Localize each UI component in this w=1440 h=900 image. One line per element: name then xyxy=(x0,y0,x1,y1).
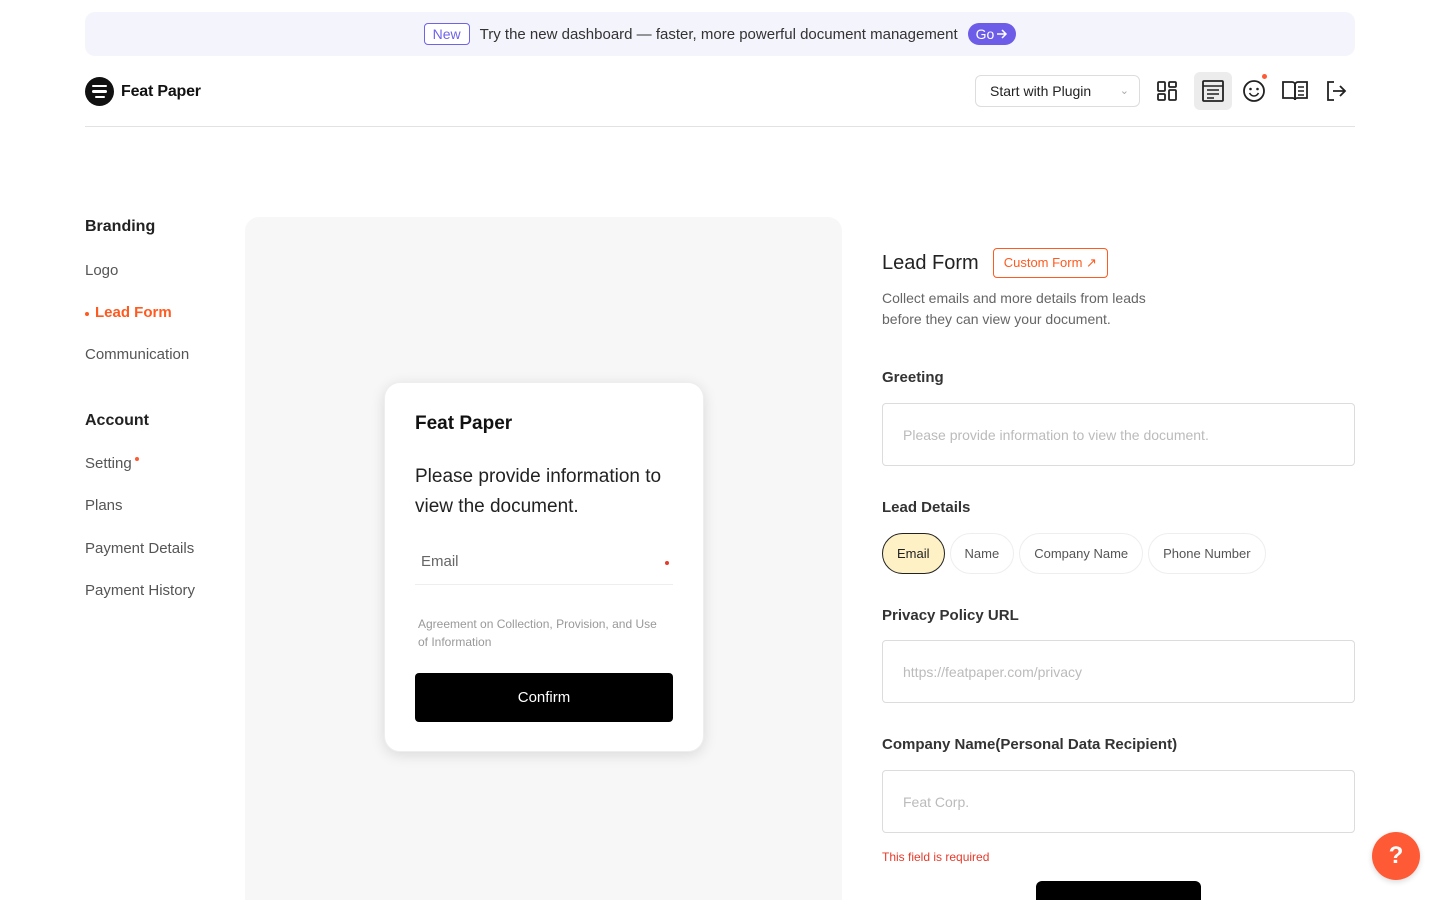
plugin-select[interactable]: Start with Plugin ⌄ xyxy=(975,75,1140,107)
brand-logo[interactable]: Feat Paper xyxy=(85,77,201,106)
preview-message: Please provide information to view the d… xyxy=(415,466,662,517)
lead-form-preview: Feat Paper Please provide information to… xyxy=(245,217,842,900)
sidebar-item-logo[interactable]: Logo xyxy=(85,262,235,282)
preview-agreement[interactable]: Agreement on Collection, Provision, and … xyxy=(418,615,658,651)
page-title: Lead Form xyxy=(882,251,979,274)
sidebar-section-account: Account xyxy=(85,412,149,429)
save-button[interactable] xyxy=(1036,881,1201,900)
custom-form-button[interactable]: Custom Form ↗ xyxy=(992,248,1108,278)
announcement-banner: New Try the new dashboard — faster, more… xyxy=(85,12,1355,56)
brand-name: Feat Paper xyxy=(121,82,201,100)
form-description: Collect emails and more details from lea… xyxy=(882,290,1146,327)
chevron-down-icon: ⌄ xyxy=(1119,85,1129,97)
smiley-icon[interactable] xyxy=(1235,72,1273,110)
grid-icon[interactable] xyxy=(1148,72,1186,110)
chip-phone-number[interactable]: Phone Number xyxy=(1148,533,1266,574)
chip-company-name[interactable]: Company Name xyxy=(1019,533,1144,574)
help-button[interactable]: ? xyxy=(1372,832,1420,880)
arrow-right-icon xyxy=(997,29,1008,39)
preview-email-placeholder: Email xyxy=(421,553,459,570)
lead-form-settings: Lead Form Custom Form ↗ Collect emails a… xyxy=(882,248,1355,900)
greeting-input[interactable]: Please provide information to view the d… xyxy=(882,403,1355,466)
company-name-input[interactable]: Feat Corp. xyxy=(882,770,1355,833)
preview-confirm-button[interactable]: Confirm xyxy=(415,673,673,722)
sidebar-item-payment-history[interactable]: Payment History xyxy=(85,582,235,602)
settings-sidebar: Branding Logo Lead Form Communication Ac… xyxy=(85,218,235,602)
notification-dot xyxy=(134,457,139,461)
logout-icon[interactable] xyxy=(1317,72,1355,110)
preview-brand: Feat Paper xyxy=(415,413,513,434)
chip-email[interactable]: Email xyxy=(882,533,945,574)
greeting-placeholder: Please provide information to view the d… xyxy=(903,426,1209,443)
lead-details-label: Lead Details xyxy=(882,499,971,516)
plugin-select-label: Start with Plugin xyxy=(990,83,1092,99)
error-message: This field is required xyxy=(882,850,990,864)
lead-details-chips: Email Name Company Name Phone Number xyxy=(882,533,1266,574)
privacy-policy-label: Privacy Policy URL xyxy=(882,607,1019,624)
logo-mark-icon xyxy=(85,77,114,106)
greeting-label: Greeting xyxy=(882,369,944,386)
sidebar-item-setting-label: Setting xyxy=(85,455,132,472)
book-icon[interactable] xyxy=(1276,72,1314,110)
sidebar-item-payment-details[interactable]: Payment Details xyxy=(85,540,235,560)
sidebar-item-plans[interactable]: Plans xyxy=(85,497,235,517)
banner-text: Try the new dashboard — faster, more pow… xyxy=(479,25,958,43)
notification-dot xyxy=(1262,74,1267,79)
go-button[interactable]: Go xyxy=(967,23,1017,45)
privacy-policy-placeholder: https://featpaper.com/privacy xyxy=(903,663,1082,680)
go-label: Go xyxy=(975,26,995,42)
sidebar-item-communication[interactable]: Communication xyxy=(85,346,235,366)
preview-card: Feat Paper Please provide information to… xyxy=(384,382,704,752)
preview-email-field[interactable]: Email xyxy=(415,545,673,585)
new-badge: New xyxy=(423,23,470,45)
sidebar-item-setting[interactable]: Setting xyxy=(85,455,235,475)
sidebar-section-branding: Branding xyxy=(85,218,156,235)
chip-name[interactable]: Name xyxy=(949,533,1015,574)
top-header: Feat Paper Start with Plugin ⌄ xyxy=(85,72,1355,127)
company-name-label: Company Name(Personal Data Recipient) xyxy=(882,736,1178,753)
company-name-placeholder: Feat Corp. xyxy=(903,793,970,810)
privacy-policy-input[interactable]: https://featpaper.com/privacy xyxy=(882,640,1355,703)
required-dot xyxy=(665,561,669,565)
document-icon[interactable] xyxy=(1194,72,1232,110)
sidebar-item-lead-form[interactable]: Lead Form xyxy=(85,304,235,324)
